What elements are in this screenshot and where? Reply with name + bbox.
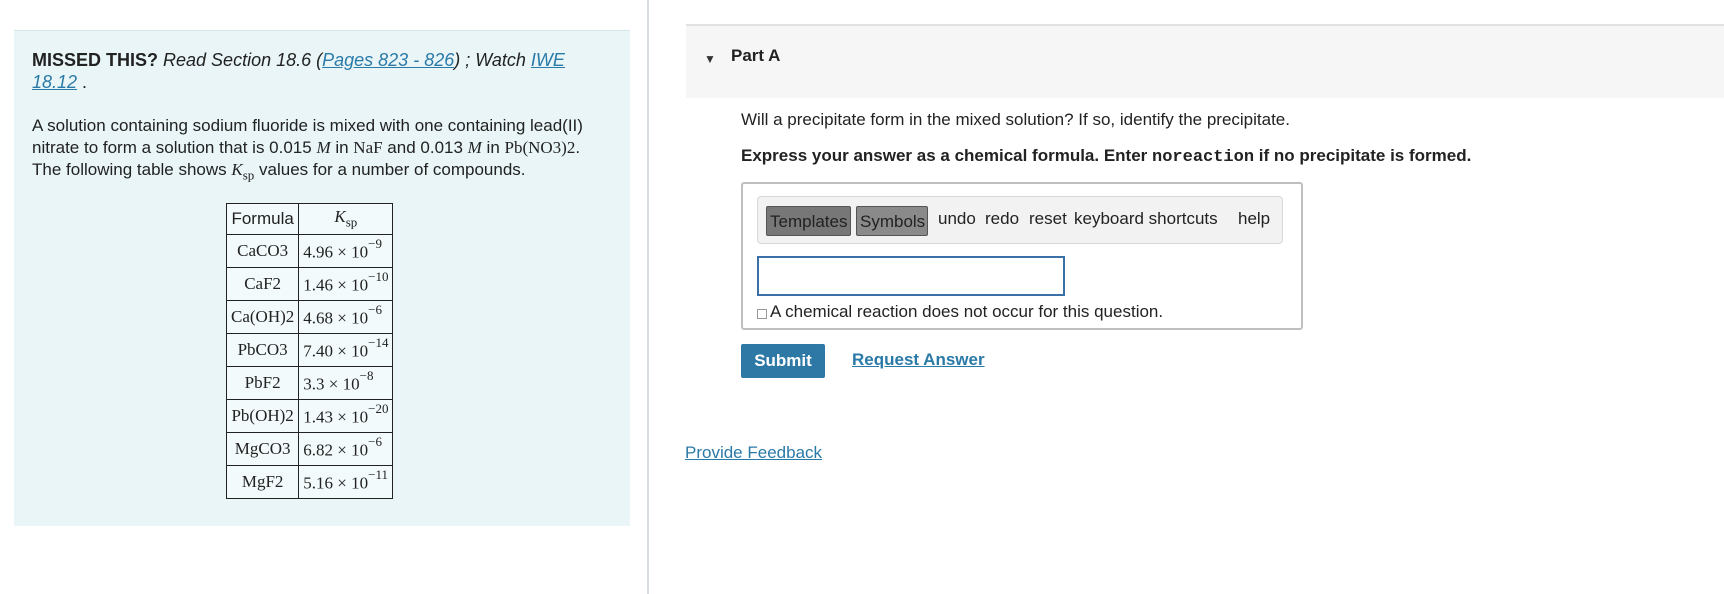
period: . [77,72,88,92]
redo-button[interactable]: redo [985,209,1019,229]
problem-text-2: in [330,138,354,157]
ksp-value-cell: 1.43 × 10−20 [298,399,394,433]
table-row: CaF2 1.46 × 10−10 [225,267,394,301]
provide-feedback-link[interactable]: Provide Feedback [685,443,822,463]
ksp-exponent: −14 [368,335,389,351]
ksp-value-cell: 4.68 × 10−6 [298,300,394,334]
formula-cell: CaCO3 [225,234,300,268]
part-title: Part A [731,46,781,65]
ksp-exponent: −11 [368,467,388,483]
request-answer-link[interactable]: Request Answer [852,350,985,370]
table-row: CaCO3 4.96 × 10−9 [225,234,394,268]
problem-panel: MISSED THIS? Read Section 18.6 (Pages 82… [14,30,630,526]
ksp-exponent: −6 [368,302,382,318]
formula-cell: PbF2 [225,366,300,400]
problem-text-3: and 0.013 [382,138,468,157]
answer-box: Templates Symbols undo redo reset keyboa… [741,182,1303,330]
formula-cell: MgF2 [225,465,300,499]
templates-button[interactable]: Templates [766,206,851,236]
ksp-value-cell: 3.3 × 10−8 [298,366,394,400]
formula-cell: MgCO3 [225,432,300,466]
table-header-row: Formula Ksp [225,203,394,235]
answer-input[interactable] [757,256,1065,296]
symbols-button[interactable]: Symbols [856,206,928,236]
problem-text-6: values for a number of compounds. [254,160,526,179]
missed-this-line: MISSED THIS? Read Section 18.6 (Pages 82… [32,49,612,93]
problem-text-4: in [481,138,505,157]
ksp-value-cell: 4.96 × 10−9 [298,234,394,268]
panel-divider [647,0,649,594]
header-ksp-k: K [334,207,346,227]
instruction-code: noreaction [1152,148,1255,167]
keyboard-shortcuts-button[interactable]: keyboard shortcuts [1074,209,1218,229]
table-row: Ca(OH)2 4.68 × 10−6 [225,300,394,334]
reset-button[interactable]: reset [1029,209,1067,229]
ksp-sub: sp [242,167,255,183]
formula-cell: Pb(OH)2 [225,399,300,433]
read-section-text: Read Section 18.6 ( [158,50,323,70]
molarity-symbol: M [316,138,331,157]
table-row: Pb(OH)2 1.43 × 10−20 [225,399,394,433]
no-reaction-label: A chemical reaction does not occur for t… [770,302,1164,321]
instruction-before: Express your answer as a chemical formul… [741,146,1153,165]
formula-cell: Ca(OH)2 [225,300,300,334]
ksp-exponent: −9 [368,236,382,252]
pbno3-formula: Pb(NO3)2 [504,138,576,157]
no-reaction-checkbox[interactable] [757,309,767,319]
header-ksp-sub: sp [345,214,358,230]
ksp-value-cell: 7.40 × 10−14 [298,333,394,367]
table-row: PbCO3 7.40 × 10−14 [225,333,394,367]
ksp-exponent: −6 [368,434,382,450]
question-text: Will a precipitate form in the mixed sol… [741,110,1290,129]
naf-formula: NaF [353,138,383,157]
ksp-value-cell: 1.46 × 10−10 [298,267,394,301]
header-formula: Formula [225,203,300,235]
table-row: MgF2 5.16 × 10−11 [225,465,394,499]
watch-text: ) ; Watch [454,50,531,70]
ksp-mantissa: 1.46 × 10 [303,275,369,295]
table-row: MgCO3 6.82 × 10−6 [225,432,394,466]
molarity-symbol: M [467,138,482,157]
missed-this-label: MISSED THIS? [32,50,159,70]
ksp-exponent: −20 [368,401,389,417]
ksp-value-cell: 5.16 × 10−11 [298,465,394,499]
undo-button[interactable]: undo [938,209,976,229]
pages-link[interactable]: Pages 823 - 826 [322,50,454,70]
ksp-value-cell: 6.82 × 10−6 [298,432,394,466]
ksp-exponent: −8 [359,368,374,384]
formula-cell: PbCO3 [225,333,300,367]
submit-button[interactable]: Submit [741,344,825,378]
part-a-header[interactable]: ▼ Part A [686,24,1724,98]
instruction-text: Express your answer as a chemical formul… [741,146,1471,167]
table-row: PbF2 3.3 × 10−8 [225,366,394,400]
ksp-mantissa: 4.68 × 10 [303,308,369,328]
caret-down-icon[interactable]: ▼ [704,52,716,66]
formula-cell: CaF2 [225,267,300,301]
ksp-mantissa: 1.43 × 10 [303,407,369,427]
ksp-mantissa: 3.3 × 10 [303,374,360,394]
problem-statement: A solution containing sodium fluoride is… [32,115,612,186]
ksp-table: Formula Ksp CaCO3 4.96 × 10−9 CaF2 1.46 × 1… [225,203,394,499]
math-toolbar: Templates Symbols undo redo reset keyboa… [757,196,1283,244]
no-reaction-option[interactable]: A chemical reaction does not occur for t… [757,302,1163,322]
ksp-k: K [231,160,243,179]
ksp-exponent: −10 [368,269,389,285]
ksp-mantissa: 7.40 × 10 [303,341,369,361]
header-ksp: Ksp [298,203,394,235]
instruction-after: if no precipitate is formed. [1254,146,1472,165]
ksp-mantissa: 5.16 × 10 [303,473,369,493]
ksp-mantissa: 4.96 × 10 [303,242,369,262]
ksp-mantissa: 6.82 × 10 [303,440,369,460]
help-button[interactable]: help [1238,209,1270,229]
